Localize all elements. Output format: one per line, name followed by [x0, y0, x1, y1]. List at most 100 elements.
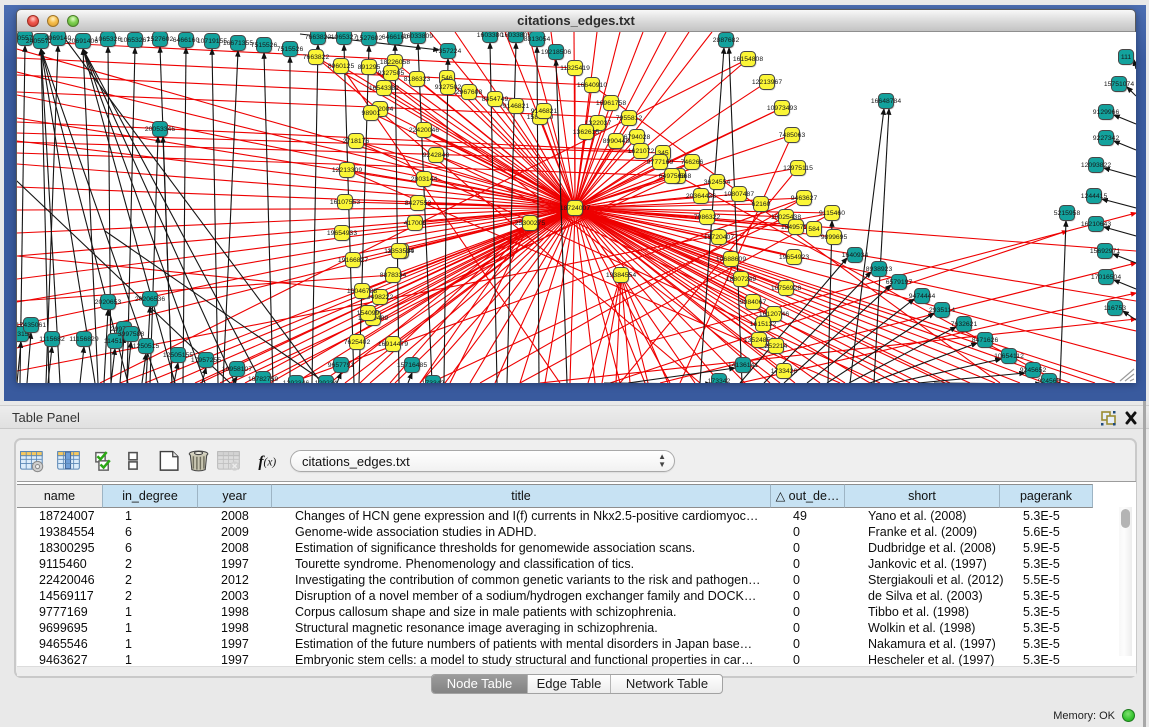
svg-text:16648784: 16648784: [871, 98, 901, 105]
svg-text:7625402: 7625402: [344, 339, 371, 346]
svg-text:15716485: 15716485: [397, 362, 427, 369]
svg-text:1527602: 1527602: [147, 36, 174, 43]
svg-text:2887682: 2887682: [713, 37, 740, 44]
svg-text:20364436: 20364436: [686, 193, 716, 200]
svg-text:14136141: 14136141: [728, 362, 758, 369]
svg-text:25300275: 25300275: [515, 220, 545, 227]
svg-text:19654923: 19654923: [779, 254, 809, 261]
svg-text:10756928: 10756928: [771, 285, 801, 292]
svg-text:9474444: 9474444: [909, 293, 936, 300]
svg-text:12213967: 12213967: [752, 79, 782, 86]
svg-text:16543382: 16543382: [369, 85, 399, 92]
svg-text:19654933: 19654933: [327, 230, 357, 237]
svg-text:7955812: 7955812: [616, 115, 643, 122]
svg-text:11353594: 11353594: [384, 248, 414, 255]
svg-text:8960125: 8960125: [328, 63, 355, 70]
svg-text:1640934: 1640934: [842, 252, 869, 259]
svg-text:16033809: 16033809: [403, 33, 433, 40]
svg-text:9242848: 9242848: [423, 152, 450, 159]
svg-text:1621072: 1621072: [628, 148, 655, 155]
svg-text:12975115: 12975115: [783, 165, 813, 172]
svg-text:8454749: 8454749: [482, 96, 509, 103]
svg-text:12213309: 12213309: [332, 167, 362, 174]
svg-text:3624554: 3624554: [704, 179, 731, 186]
svg-text:10807487: 10807487: [724, 191, 754, 198]
svg-text:7485063: 7485063: [779, 132, 806, 139]
svg-text:1527602: 1527602: [356, 35, 383, 42]
svg-text:2718176: 2718176: [343, 138, 370, 145]
svg-text:18807249: 18807249: [726, 276, 756, 283]
svg-text:1733426: 1733426: [771, 368, 798, 375]
svg-text:7663822: 7663822: [303, 54, 330, 61]
svg-text:2935114: 2935114: [929, 307, 955, 314]
svg-text:114519: 114519: [104, 338, 126, 345]
svg-text:9463627: 9463627: [791, 195, 818, 202]
svg-text:3997588: 3997588: [118, 331, 145, 338]
svg-text:9146821: 9146821: [503, 103, 530, 110]
svg-text:1115682: 1115682: [39, 336, 65, 343]
svg-text:9899695: 9899695: [821, 234, 848, 241]
svg-text:154099: 154099: [357, 310, 380, 317]
svg-text:8186323: 8186323: [404, 76, 431, 83]
svg-text:8427552: 8427552: [405, 200, 432, 207]
svg-text:1362615: 1362615: [573, 129, 600, 136]
svg-text:18724007: 18724007: [560, 205, 590, 212]
svg-text:1065326: 1065326: [95, 36, 122, 43]
svg-text:2967608: 2967608: [456, 89, 483, 96]
svg-text:98901: 98901: [362, 110, 381, 117]
svg-text:1065327: 1065327: [331, 34, 358, 41]
svg-text:10688609: 10688609: [716, 256, 746, 263]
svg-text:16046788: 16046788: [347, 288, 377, 295]
svg-text:9657791: 9657791: [328, 362, 355, 369]
svg-text:7357224: 7357224: [435, 48, 462, 55]
svg-text:746266: 746266: [681, 159, 704, 166]
svg-text:20206536: 20206536: [135, 296, 165, 303]
svg-text:20053346: 20053346: [145, 126, 175, 133]
svg-text:116753: 116753: [1104, 305, 1126, 312]
svg-text:20691406: 20691406: [68, 38, 98, 45]
svg-text:173342: 173342: [708, 378, 731, 383]
svg-text:7515526: 7515526: [251, 42, 278, 49]
svg-text:173342: 173342: [422, 380, 445, 383]
svg-text:11156829: 11156829: [69, 336, 98, 343]
svg-text:2020653: 2020653: [95, 299, 122, 306]
svg-text:17435061: 17435061: [17, 322, 46, 329]
svg-text:9115460: 9115460: [819, 210, 845, 217]
svg-text:12505155: 12505155: [163, 352, 193, 359]
svg-text:(x): (x): [264, 456, 277, 468]
svg-text:9146821: 9146821: [531, 108, 558, 115]
svg-text:19166827: 19166827: [338, 257, 368, 264]
svg-text:9327505: 9327505: [378, 70, 405, 77]
svg-text:15751074: 15751074: [1104, 81, 1134, 88]
svg-text:16107553: 16107553: [330, 199, 360, 206]
svg-text:129234: 129234: [315, 380, 338, 383]
svg-text:9084067: 9084067: [740, 299, 767, 306]
svg-text:8471626: 8471626: [972, 337, 999, 344]
svg-text:584: 584: [808, 226, 820, 233]
svg-text:9777169: 9777169: [647, 159, 674, 166]
svg-text:11325419: 11325419: [560, 65, 590, 72]
svg-text:6497568: 6497568: [659, 173, 686, 180]
svg-text:17957255: 17957255: [191, 357, 221, 364]
svg-text:417006: 417006: [404, 220, 427, 227]
svg-text:15720407: 15720407: [704, 234, 734, 241]
svg-text:16640910: 16640910: [577, 82, 607, 89]
svg-text:924565: 924565: [1038, 378, 1061, 383]
svg-text:9245652: 9245652: [1020, 367, 1047, 374]
svg-text:17016504: 17016504: [1091, 274, 1121, 281]
svg-text:9129966: 9129966: [1093, 109, 1120, 116]
svg-text:7663822: 7663822: [305, 34, 332, 41]
svg-text:1603380: 1603380: [477, 32, 504, 39]
svg-text:2803144: 2803144: [411, 176, 438, 183]
svg-text:7632621: 7632621: [951, 321, 978, 328]
svg-text:8878334: 8878334: [380, 272, 407, 279]
svg-text:3498222: 3498222: [367, 294, 394, 301]
svg-text:5215958: 5215958: [1054, 210, 1081, 217]
svg-text:22420046: 22420046: [409, 127, 439, 134]
svg-text:7986322: 7986322: [694, 214, 721, 221]
svg-text:6794028: 6794028: [624, 134, 651, 141]
svg-text:8813054: 8813054: [524, 36, 551, 43]
svg-text:15692971: 15692971: [1090, 248, 1120, 255]
svg-text:12093822: 12093822: [1081, 162, 1111, 169]
svg-text:16210643: 16210643: [1081, 221, 1111, 228]
